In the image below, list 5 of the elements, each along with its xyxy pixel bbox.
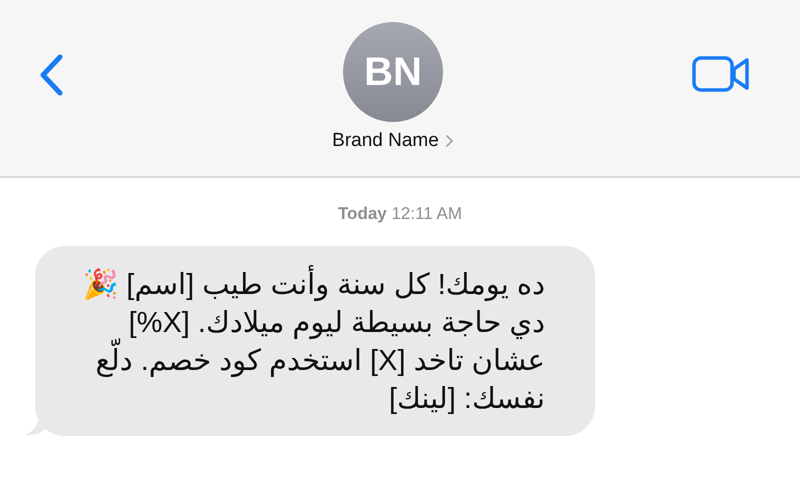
chevron-icon (444, 134, 454, 148)
video-call-icon[interactable] (692, 55, 750, 93)
message-bubble: ده يومك! كل سنة وأنت طيب [اسم] 🎉 دي حاجة بسيطة ليوم ميلادك. [X%] عشان تاخد [X] استخدم كود خصم. دلّع نفسك: [لينك] (35, 246, 595, 436)
contact-name[interactable]: Brand Name (332, 130, 439, 152)
message-timestamp: Today 12:11 AM (336, 204, 464, 224)
